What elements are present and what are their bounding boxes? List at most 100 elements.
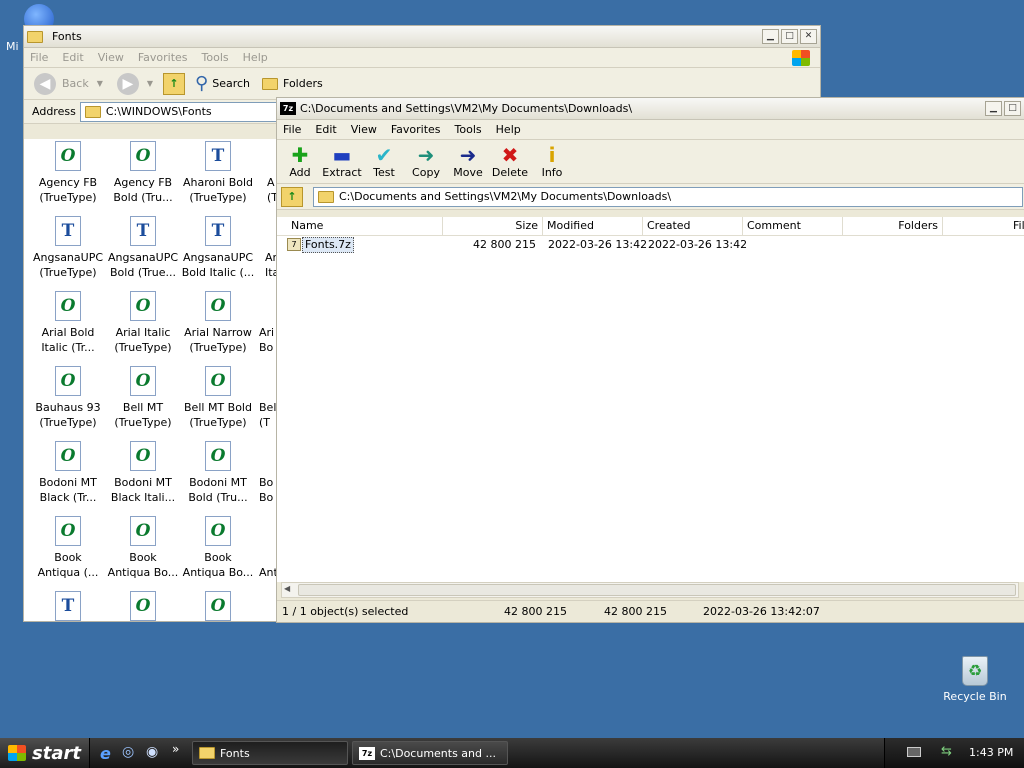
font-item[interactable]: O Bell MT Bold (TrueType) [180,366,256,430]
test-button[interactable]: ✔ Test [363,144,405,179]
font-item[interactable]: T Aharoni Bold (TrueType) [180,141,256,205]
font-item[interactable]: OBel(T [255,366,276,430]
font-item[interactable]: TAnItal [255,216,276,280]
path-value: C:\Documents and Settings\VM2\My Documen… [339,190,672,203]
menu-edit[interactable]: Edit [315,123,336,136]
menu-edit[interactable]: Edit [62,51,83,64]
column-name[interactable]: Name [287,217,443,235]
font-item[interactable]: T [30,591,106,621]
minimize-button[interactable]: ▁ [762,29,779,44]
taskbar-item-label: Fonts [220,746,250,760]
menu-help[interactable]: Help [243,51,268,64]
keyboard-icon[interactable] [907,747,921,757]
column-modified[interactable]: Modified [543,217,643,235]
font-item[interactable]: OAnt [255,516,276,580]
maximize-button[interactable]: □ [781,29,798,44]
font-item[interactable]: O Bodoni MT Bold (Tru... [180,441,256,505]
minimize-button[interactable]: ▁ [985,101,1002,116]
font-item[interactable]: O Book Antiqua (... [30,516,106,580]
font-item[interactable]: O Bell MT (TrueType) [105,366,181,430]
up-folder-icon[interactable]: ↑ [163,72,186,95]
font-item[interactable]: O Bodoni MT Black (Tr... [30,441,106,505]
menu-view[interactable]: View [98,51,124,64]
menu-view[interactable]: View [351,123,377,136]
network-icon[interactable]: ⇆ [941,744,952,759]
outlook-quicklaunch-icon[interactable]: ◎ [122,744,134,760]
forward-dropdown-icon[interactable]: ▼ [147,79,153,88]
font-item[interactable]: O Bodoni MT Black Itali... [105,441,181,505]
font-item[interactable]: O Agency FB (TrueType) [30,141,106,205]
back-dropdown-icon[interactable]: ▼ [97,79,103,88]
font-item[interactable]: O Arial Narrow (TrueType) [180,291,256,355]
menu-favorites[interactable]: Favorites [138,51,188,64]
column-comment[interactable]: Comment [743,217,843,235]
fonts-window-title: Fonts [52,30,82,43]
font-item[interactable]: O Book Antiqua Bo... [105,516,181,580]
ie-quicklaunch-icon[interactable]: e [100,744,111,763]
folders-icon[interactable] [262,77,279,90]
start-button[interactable]: start [0,738,90,768]
truetype-font-icon: T [205,141,231,171]
sevenzip-toolbar: ✚ Add ▬ Extract ✔ Test ➜ Copy ➜ Move ✖ Delete … [277,140,1024,184]
column-files[interactable]: Fil [1009,217,1024,235]
menu-favorites[interactable]: Favorites [391,123,441,136]
folders-label[interactable]: Folders [283,77,323,90]
file-list: Name Size Modified Created Comment Folde… [277,217,1024,582]
delete-button[interactable]: ✖ Delete [489,144,531,179]
font-item[interactable]: OAriBo [255,291,276,355]
status-selection: 1 / 1 object(s) selected [282,605,409,618]
sevenzip-titlebar[interactable]: 7z C:\Documents and Settings\VM2\My Docu… [277,98,1024,120]
truetype-font-icon: T [205,216,231,246]
fonts-window-titlebar[interactable]: Fonts ▁ □ ✕ [24,26,820,48]
search-icon[interactable]: ⚲ [195,73,208,94]
menu-tools[interactable]: Tools [202,51,229,64]
font-item[interactable]: O Agency FB Bold (Tru... [105,141,181,205]
font-item[interactable]: O [105,591,181,621]
move-button[interactable]: ➜ Move [447,144,489,179]
menu-help[interactable]: Help [496,123,521,136]
font-item[interactable]: O Bauhaus 93 (TrueType) [30,366,106,430]
column-size[interactable]: Size [443,217,543,235]
taskbar-item-fonts[interactable]: Fonts [192,741,348,765]
up-folder-icon[interactable]: ↑ [281,186,303,207]
font-item[interactable]: OA(T [255,141,276,205]
taskbar-item-7zip[interactable]: 7z C:\Documents and ... [352,741,508,765]
quicklaunch-more-icon[interactable]: » [172,742,179,756]
horizontal-scrollbar[interactable]: ◀ [281,582,1019,598]
media-player-quicklaunch-icon[interactable]: ◉ [146,744,158,760]
font-item[interactable]: O Book Antiqua Bo... [180,516,256,580]
menu-file[interactable]: File [30,51,48,64]
opentype-font-icon: O [55,141,81,171]
forward-icon[interactable]: ▶ [116,72,139,95]
search-label[interactable]: Search [212,77,250,90]
menu-file[interactable]: File [283,123,301,136]
close-button[interactable]: ✕ [800,29,817,44]
path-input[interactable]: C:\Documents and Settings\VM2\My Documen… [313,186,1023,207]
extract-button[interactable]: ▬ Extract [321,144,363,179]
file-name[interactable]: Fonts.7z [302,237,354,253]
back-label[interactable]: Back [62,77,89,90]
font-item[interactable]: O Arial Bold Italic (Tr... [30,291,106,355]
maximize-button[interactable]: □ [1004,101,1021,116]
menu-tools[interactable]: Tools [455,123,482,136]
add-button[interactable]: ✚ Add [279,144,321,179]
back-icon[interactable]: ◀ [34,72,56,95]
font-item[interactable]: T AngsanaUPC Bold (True... [105,216,181,280]
clock[interactable]: 1:43 PM [969,746,1013,759]
sevenzip-app-icon: 7z [359,746,375,760]
table-row[interactable]: 7 Fonts.7z 42 800 215 2022-03-26 13:42 2… [277,237,1024,255]
font-item[interactable]: T AngsanaUPC (TrueType) [30,216,106,280]
font-item[interactable]: O Arial Italic (TrueType) [105,291,181,355]
recycle-bin[interactable]: ♻ Recycle Bin [938,656,1012,703]
scroll-left-icon[interactable]: ◀ [284,584,290,593]
delete-icon: ✖ [501,143,519,167]
font-item[interactable]: O [180,591,256,621]
scrollbar-thumb[interactable] [298,584,1016,596]
font-item[interactable]: T AngsanaUPC Bold Italic (... [180,216,256,280]
font-item[interactable]: OBoBo [255,441,276,505]
info-button[interactable]: i Info [531,144,573,179]
column-created[interactable]: Created [643,217,743,235]
column-folders[interactable]: Folders [843,217,943,235]
copy-button[interactable]: ➜ Copy [405,144,447,179]
desktop-icon-label: Mi [6,40,19,53]
